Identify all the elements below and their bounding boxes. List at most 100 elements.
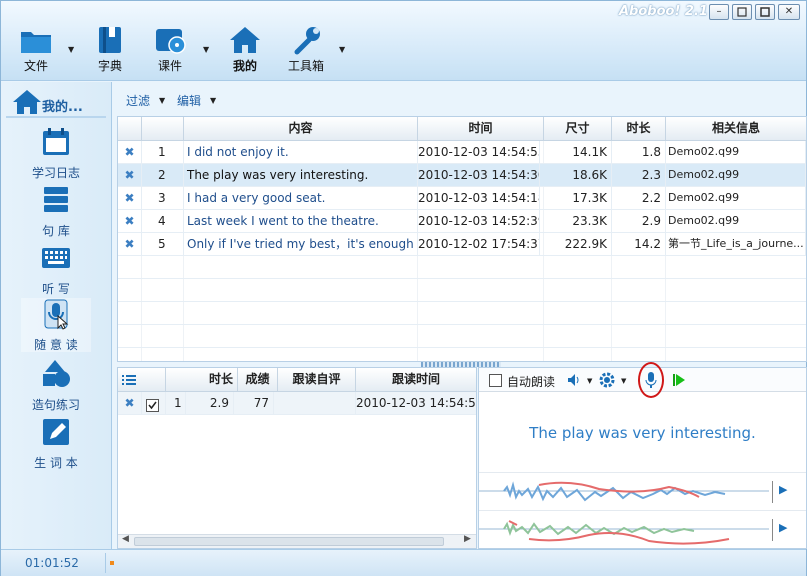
play-original-button[interactable]: ▶ <box>779 483 787 496</box>
gear-icon[interactable] <box>599 372 615 388</box>
microphone-icon <box>44 299 69 330</box>
sidebar-item-label: 句 库 <box>42 224 70 238</box>
header-size[interactable]: 尺寸 <box>544 117 612 141</box>
courseware-icon <box>156 29 186 54</box>
delete-icon[interactable]: ✖ <box>118 210 142 233</box>
reading-records-table: 时长 成绩 跟读自评 跟读时间 ✖ 1 2.9 77 2010-12-03 14… <box>117 367 477 549</box>
app-window: Aboboo! 2.1 – ✕ 文件 ▼ 字典 课件 ▼ 我的 工具箱 ▼ 我的… <box>0 0 807 576</box>
file-menu-label: 文件 <box>23 59 48 73</box>
dictionary-label: 字典 <box>97 59 122 73</box>
delete-icon[interactable]: ✖ <box>118 141 142 164</box>
sidebar-item-dictation[interactable]: 听 写 <box>21 242 91 296</box>
status-bar: 01:01:52 <box>1 549 806 576</box>
folder-icon <box>21 32 51 53</box>
play-recorded-button[interactable]: ▶ <box>779 521 787 534</box>
recorded-waveform[interactable]: ▶ <box>479 510 806 548</box>
sidebar-item-sentence-practice[interactable]: 造句练习 <box>21 358 91 412</box>
book-icon <box>99 27 121 53</box>
restore-button[interactable] <box>732 4 752 20</box>
sidebar-item-sentence-bank[interactable]: 句 库 <box>21 184 91 238</box>
sidebar-item-label: 造句练习 <box>31 398 80 412</box>
delete-icon[interactable]: ✖ <box>118 164 142 187</box>
sidebar-item-free-reading[interactable]: 随 意 读 <box>21 298 91 352</box>
header-content[interactable]: 内容 <box>184 117 418 141</box>
filter-menu[interactable]: 过滤 <box>126 92 150 109</box>
original-waveform[interactable]: ▶ <box>479 472 806 510</box>
chevron-down-icon: ▼ <box>159 96 166 105</box>
dictionary-button[interactable]: 字典 <box>80 23 140 79</box>
delete-icon[interactable]: ✖ <box>118 187 142 210</box>
table-row[interactable]: ✖ 2 The play was very interesting. 2010-… <box>118 164 806 187</box>
horizontal-scrollbar[interactable]: ◀ ▶ <box>118 534 476 548</box>
sidebar-item-label: 学习日志 <box>31 166 80 180</box>
practice-panel: 自动朗读 ▼ ▼ The play was very interesting. <box>478 362 807 549</box>
window-title: Aboboo! 2.1 <box>619 4 708 19</box>
close-button[interactable]: ✕ <box>778 4 800 20</box>
records-header: 时长 成绩 跟读自评 跟读时间 <box>118 368 476 392</box>
header-duration[interactable]: 时长 <box>166 368 238 392</box>
sidebar: 我的... 学习日志 句 库 听 写 随 意 读 造句练习 生 词 本 <box>1 82 112 549</box>
courseware-button[interactable]: 课件 ▼ <box>140 23 209 79</box>
checkbox-checked[interactable] <box>146 399 159 412</box>
chevron-down-icon: ▼ <box>203 45 210 54</box>
header-info[interactable]: 相关信息 <box>666 117 806 141</box>
filter-bar: 过滤 ▼ 编辑 ▼ <box>117 87 807 113</box>
toolbox-button[interactable]: 工具箱 ▼ <box>276 23 345 79</box>
table-row[interactable]: ✖ 4 Last week I went to the theatre. 201… <box>118 210 806 233</box>
toolbar-area: Aboboo! 2.1 – ✕ 文件 ▼ 字典 课件 ▼ 我的 工具箱 ▼ <box>1 1 806 81</box>
scrollbar-thumb[interactable] <box>134 537 444 546</box>
delete-icon[interactable]: ✖ <box>118 392 142 415</box>
speaker-icon[interactable] <box>567 373 581 387</box>
status-indicator <box>110 561 114 565</box>
sidebar-item-label: 生 词 本 <box>34 456 78 470</box>
waveform-original <box>479 481 769 502</box>
table-header: 内容 时间 尺寸 时长 相关信息 <box>118 117 806 141</box>
header-self-eval[interactable]: 跟读自评 <box>278 368 356 392</box>
toolbox-label: 工具箱 <box>287 59 324 73</box>
maximize-button[interactable] <box>755 4 775 20</box>
play-icon[interactable] <box>673 374 685 386</box>
practice-toolbar: 自动朗读 ▼ ▼ <box>479 362 806 398</box>
delete-icon[interactable]: ✖ <box>118 233 142 256</box>
autoread-label: 自动朗读 <box>507 375 556 389</box>
chevron-down-icon: ▼ <box>68 45 75 54</box>
header-score[interactable]: 成绩 <box>238 368 278 392</box>
elapsed-time: 01:01:52 <box>25 556 79 570</box>
wrench-icon <box>294 27 320 55</box>
header-time[interactable]: 时间 <box>418 117 544 141</box>
mine-label: 我的 <box>232 59 257 73</box>
chevron-down-icon: ▼ <box>339 45 346 54</box>
notebook-pen-icon <box>43 419 69 445</box>
sidebar-item-study-log[interactable]: 学习日志 <box>21 126 91 180</box>
file-menu-button[interactable]: 文件 ▼ <box>6 23 74 79</box>
sidebar-item-label: 听 写 <box>42 282 70 296</box>
waveform-recorded <box>479 520 769 545</box>
keyboard-icon <box>42 248 70 268</box>
table-row[interactable]: ✖ 1 2.9 77 2010-12-03 14:54:50 <box>118 392 476 415</box>
table-row[interactable]: ✖ 3 I had a very good seat. 2010-12-03 1… <box>118 187 806 210</box>
mine-button[interactable]: 我的 <box>215 23 275 79</box>
table-row[interactable]: ✖ 5 Only if I've tried my best，it's enou… <box>118 233 806 256</box>
autoread-checkbox[interactable] <box>489 374 502 387</box>
header-read-time[interactable]: 跟读时间 <box>356 368 476 392</box>
sentence-bank-icon <box>44 187 68 212</box>
sidebar-item-label: 随 意 读 <box>34 338 78 352</box>
sidebar-title: 我的... <box>42 100 83 115</box>
home-icon <box>13 90 41 114</box>
courseware-label: 课件 <box>157 59 182 73</box>
current-sentence: The play was very interesting. <box>529 424 756 442</box>
sidebar-item-vocab-book[interactable]: 生 词 本 <box>21 416 91 470</box>
header-duration[interactable]: 时长 <box>612 117 666 141</box>
home-icon <box>230 27 260 53</box>
list-icon[interactable] <box>122 374 136 386</box>
chevron-down-icon[interactable]: ▼ <box>587 377 592 385</box>
shapes-icon <box>43 360 70 387</box>
sentence-table: 内容 时间 尺寸 时长 相关信息 ✖ 1 I did not enjoy it.… <box>117 116 807 362</box>
minimize-button[interactable]: – <box>709 4 729 20</box>
calendar-icon <box>43 128 69 155</box>
sidebar-header[interactable]: 我的... <box>6 88 106 118</box>
microphone-icon[interactable] <box>645 372 657 388</box>
edit-menu[interactable]: 编辑 <box>177 92 201 109</box>
table-row[interactable]: ✖ 1 I did not enjoy it. 2010-12-03 14:54… <box>118 141 806 164</box>
chevron-down-icon[interactable]: ▼ <box>621 377 626 385</box>
